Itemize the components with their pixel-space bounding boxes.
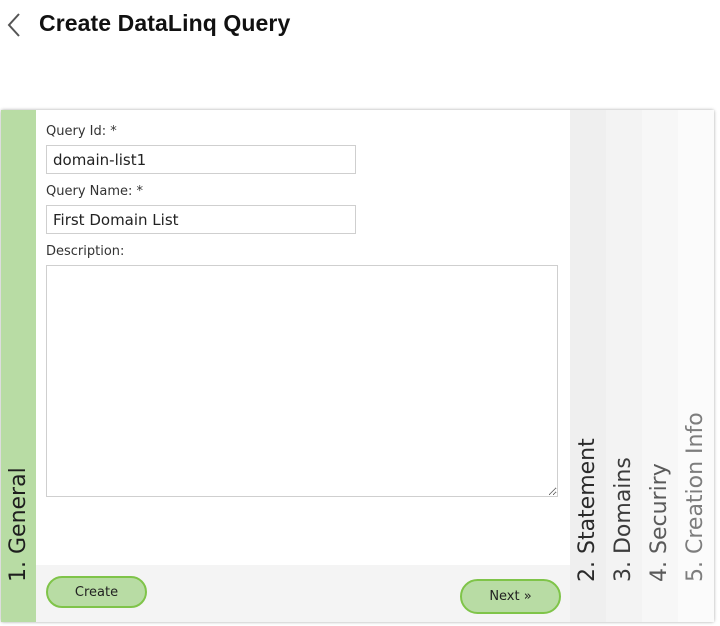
tab-statement-label: 2. Statement xyxy=(575,438,600,582)
tab-general[interactable]: 1. General xyxy=(1,110,36,622)
back-button[interactable] xyxy=(6,12,24,38)
query-name-input[interactable] xyxy=(46,205,356,234)
page-header: Create DataLinq Query xyxy=(0,0,720,52)
query-id-label: Query Id: * xyxy=(46,124,117,139)
next-button[interactable]: Next » xyxy=(460,579,561,614)
tab-statement[interactable]: 2. Statement xyxy=(570,110,606,622)
tab-domains[interactable]: 3. Domains xyxy=(606,110,642,622)
tab-creation-info[interactable]: 5. Creation Info xyxy=(678,110,714,622)
description-label: Description: xyxy=(46,244,125,259)
wizard-panel: 1. General Query Id: * Query Name: * Des… xyxy=(1,110,714,622)
page-title: Create DataLinq Query xyxy=(39,10,291,36)
general-form: Query Id: * Query Name: * Description: xyxy=(36,110,570,565)
query-name-label: Query Name: * xyxy=(46,184,144,199)
create-button[interactable]: Create xyxy=(46,576,147,608)
tab-creation-info-label: 5. Creation Info xyxy=(683,412,708,582)
query-id-input[interactable] xyxy=(46,145,356,174)
tab-general-label: 1. General xyxy=(5,467,31,582)
description-textarea[interactable] xyxy=(46,265,558,497)
tab-security[interactable]: 4. Securiry xyxy=(642,110,678,622)
wizard-footer: Create Next » xyxy=(36,565,570,622)
tab-security-label: 4. Securiry xyxy=(647,463,672,582)
chevron-left-icon xyxy=(7,13,20,37)
tab-domains-label: 3. Domains xyxy=(611,457,636,582)
